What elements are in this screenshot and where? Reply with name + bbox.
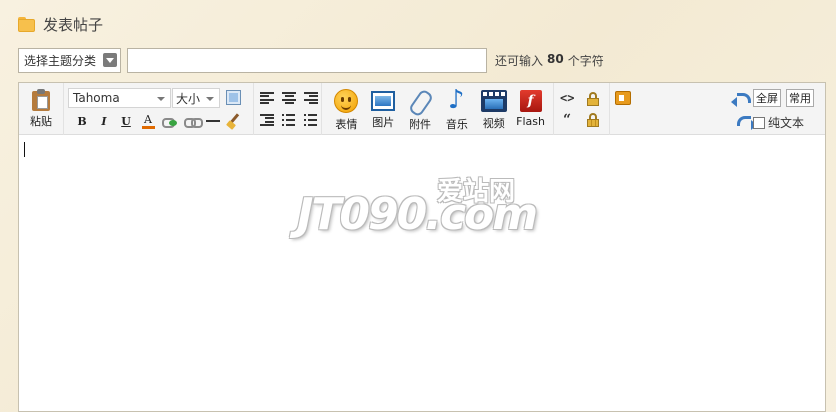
fullscreen-button[interactable]: 全屏 [753, 89, 781, 107]
page-header: 发表帖子 [18, 12, 103, 36]
plain-text-toggle[interactable]: 纯文本 [753, 114, 804, 131]
chevron-down-icon [157, 97, 165, 101]
ordered-list-icon[interactable] [282, 114, 296, 126]
music-button[interactable]: 音乐 [438, 85, 475, 132]
emoticon-button[interactable]: 表情 [328, 89, 365, 132]
clear-format-brush-icon[interactable] [226, 113, 242, 129]
editor-content-area[interactable]: 爱站网 JT090.com [19, 136, 825, 411]
code-group: <> “ [554, 83, 610, 135]
video-icon [480, 90, 507, 112]
watermark-main: JT090.com [297, 189, 538, 240]
unlink-icon[interactable] [184, 116, 203, 128]
watermark: 爱站网 JT090.com [297, 171, 547, 251]
font-family-value: Tahoma [73, 91, 120, 105]
chevron-down-icon[interactable] [103, 53, 117, 67]
unordered-list-icon[interactable] [304, 114, 318, 126]
font-group: Tahoma 大小 B I U A [64, 83, 254, 135]
text-cursor [24, 142, 25, 157]
folder-icon [18, 16, 35, 32]
attachment-label: 附件 [409, 118, 432, 131]
italic-button[interactable]: I [96, 113, 112, 129]
topic-category-select[interactable]: 选择主题分类 [18, 47, 121, 73]
hide-content-lock-icon[interactable] [586, 92, 600, 106]
video-label: 视频 [482, 117, 505, 130]
page-title: 发表帖子 [43, 15, 104, 34]
font-color-bar [141, 126, 155, 129]
format-row: B I U A [74, 113, 242, 129]
char-count-hint: 还可输入 80 个字符 [495, 52, 604, 69]
attachment-icon [408, 89, 432, 113]
quote-icon[interactable]: “ [563, 112, 571, 128]
flash-label: Flash [516, 115, 545, 128]
plain-text-checkbox[interactable] [753, 116, 765, 129]
plain-text-label: 纯文本 [768, 116, 805, 130]
font-family-select[interactable]: Tahoma [68, 88, 171, 108]
topic-row: 选择主题分类 还可输入 80 个字符 [18, 47, 604, 73]
font-color-letter: A [144, 113, 152, 126]
insert-link-icon[interactable] [162, 116, 178, 128]
extra-group [610, 83, 640, 135]
flash-icon: f [519, 90, 542, 112]
music-label: 音乐 [445, 118, 468, 131]
clipboard-icon [32, 89, 50, 111]
redo-icon[interactable] [737, 116, 757, 130]
font-size-select[interactable]: 大小 [172, 88, 220, 108]
common-mode-button[interactable]: 常用 [786, 89, 814, 107]
image-icon [371, 91, 396, 111]
font-size-value: 大小 [176, 91, 201, 106]
undo-icon[interactable] [731, 93, 751, 107]
flash-button[interactable]: f Flash [512, 89, 549, 128]
char-hint-suffix: 个字符 [567, 53, 604, 68]
char-remaining-count: 80 [547, 51, 564, 66]
char-hint-prefix: 还可输入 [495, 53, 544, 68]
music-icon [445, 85, 469, 115]
topic-category-label: 选择主题分类 [24, 53, 97, 68]
emoticon-label: 表情 [335, 118, 358, 131]
video-button[interactable]: 视频 [475, 89, 512, 131]
editor: 粘贴 Tahoma 大小 B I U A 表情 图片 附件 ♪ 音乐 视频 f … [18, 82, 826, 412]
align-center-icon[interactable] [282, 92, 296, 104]
subject-input[interactable] [127, 47, 487, 73]
media-group: 表情 图片 附件 音乐 视频 f Flash [322, 83, 554, 135]
align-left-icon[interactable] [260, 92, 274, 104]
paste-button[interactable]: 粘贴 [19, 83, 63, 135]
paste-label: 粘贴 [30, 115, 52, 128]
free-content-icon[interactable] [615, 91, 631, 105]
align-right-icon[interactable] [304, 92, 318, 104]
paste-group: 粘贴 [19, 83, 64, 135]
right-controls: 全屏 常用 纯文本 [731, 83, 823, 135]
horizontal-rule-icon[interactable] [206, 120, 220, 122]
bold-button[interactable]: B [74, 113, 90, 129]
indent-icon[interactable] [260, 114, 274, 126]
font-color-button[interactable]: A [140, 113, 156, 129]
editor-toolbar: 粘贴 Tahoma 大小 B I U A 表情 图片 附件 ♪ 音乐 视频 f … [19, 83, 825, 135]
password-lock-icon[interactable] [586, 113, 600, 127]
background-color-icon[interactable] [226, 90, 241, 105]
chevron-down-icon [206, 97, 214, 101]
code-icon[interactable]: <> [560, 91, 574, 105]
image-label: 图片 [372, 116, 395, 129]
smiley-icon [334, 89, 359, 113]
image-button[interactable]: 图片 [365, 89, 402, 130]
underline-button[interactable]: U [118, 113, 134, 129]
align-group [254, 83, 322, 135]
attachment-button[interactable]: 附件 [402, 89, 439, 132]
